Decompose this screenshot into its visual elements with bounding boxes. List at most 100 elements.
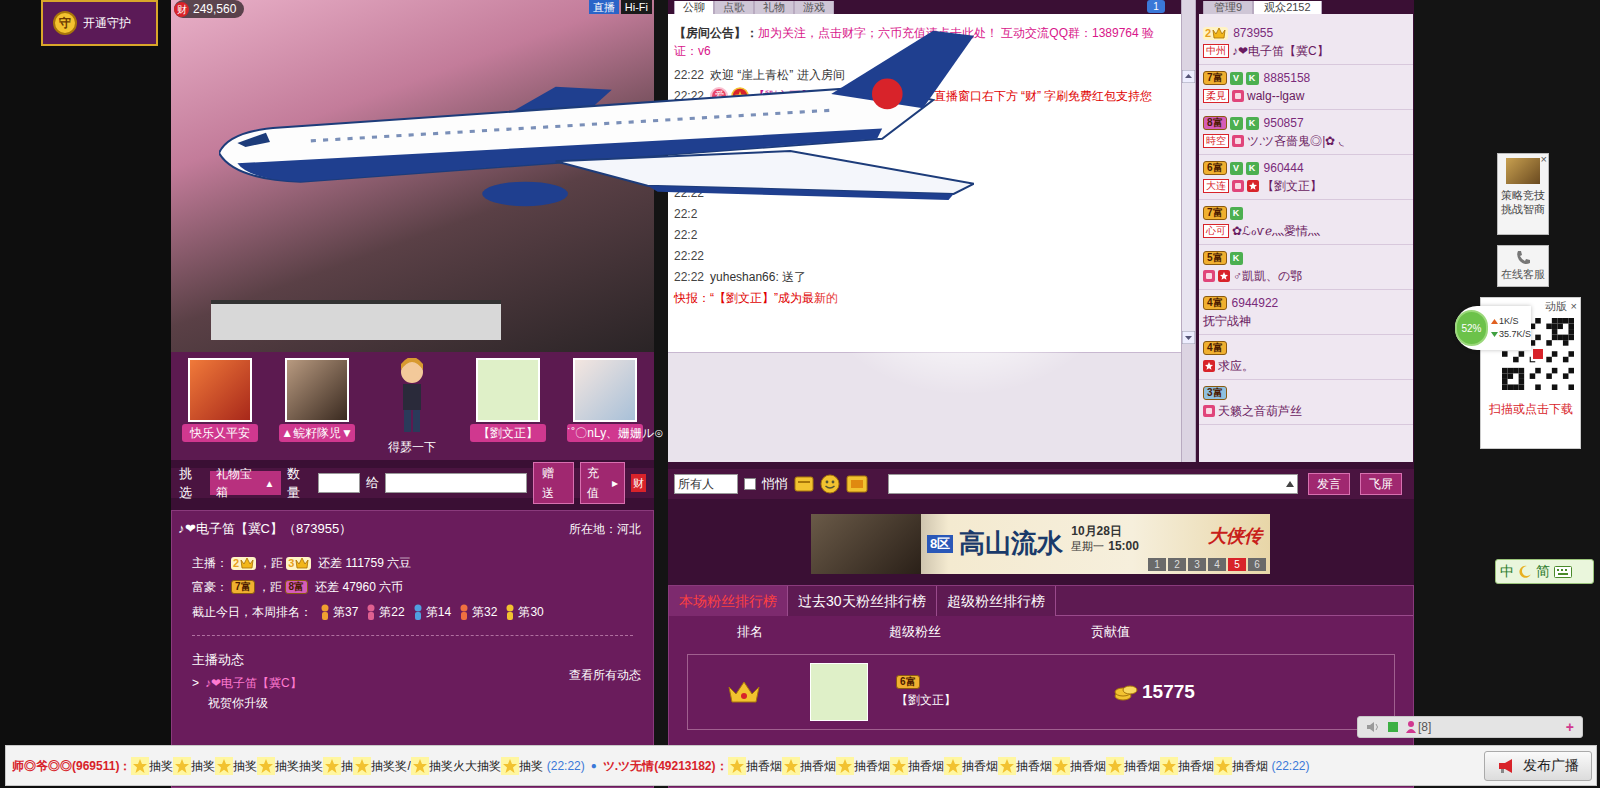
send-button[interactable]: 发言 [1308, 473, 1350, 495]
ad-text: 策略竞技 [1501, 188, 1545, 202]
game-banner[interactable]: 8区高山流水10月28日星期一15:00大侠传123456 [811, 514, 1270, 574]
user-name[interactable]: ♪❤电子笛【冀C】 [1232, 42, 1329, 60]
feed-user[interactable]: ♪❤电子笛【冀C】 [205, 674, 302, 692]
stage-figure[interactable]: 得瑟一下 [376, 358, 448, 456]
strategy-ad[interactable]: ×策略竞技挑战智商 [1497, 153, 1549, 235]
audience-item[interactable]: 2873955中州♪❤电子笛【冀C】 [1199, 20, 1413, 65]
chat-tab[interactable]: 礼物 [754, 1, 794, 14]
chat-tab[interactable]: 点歌 [714, 1, 754, 14]
broadcast-item: 抽香烟 [746, 757, 782, 775]
broadcast-item: 抽奖 [149, 757, 173, 775]
stage-seat[interactable]: ˙˚〇nLy、姗姗ル⊙ [567, 358, 643, 442]
user-name[interactable]: walg--lgaw [1247, 87, 1304, 105]
lottery-star-icon [131, 757, 149, 775]
star-badge-icon [1218, 270, 1230, 282]
fans-tab[interactable]: 过去30天粉丝排行榜 [788, 586, 937, 616]
wealth-button[interactable]: 财 [631, 474, 646, 492]
user-name[interactable]: 求应。 [1218, 357, 1254, 375]
audience-tab[interactable]: 观众2152 [1253, 1, 1321, 14]
column-header: 贡献值 [1015, 622, 1205, 642]
publish-broadcast-button[interactable]: 发布广播 [1484, 751, 1592, 781]
lottery-star-icon [890, 757, 908, 775]
fans-tab[interactable]: 本场粉丝排行榜 [669, 586, 788, 616]
chat-tab[interactable]: 公聊 [674, 1, 714, 14]
wealth-badge: 4富 [1203, 296, 1227, 310]
message-text: 欢迎 “崖上青松” 进入房间 [710, 66, 845, 84]
banner-page[interactable]: 4 [1208, 558, 1226, 571]
recharge-button[interactable]: 充值▸ [580, 462, 625, 504]
audience-tab[interactable]: 管理9 [1203, 1, 1253, 14]
user-name[interactable]: 【劉文正】 [1262, 177, 1322, 195]
video-player[interactable]: 财249,560直播Hi-Fi [171, 0, 654, 352]
user-name[interactable]: ♂凱凱、の鄂 [1233, 267, 1302, 285]
report-text: 快报：“【劉文正】”成为最新的 [674, 289, 838, 307]
stage-seat[interactable]: ▲鲩籽隊児▼ [279, 358, 355, 442]
banner-figure [811, 514, 921, 574]
banner-page[interactable]: 3 [1188, 558, 1206, 571]
banner-page[interactable]: 2 [1168, 558, 1186, 571]
online-service[interactable]: 在线客服 [1497, 245, 1549, 287]
broadcast-user[interactable]: ツ.ツ无情(49213182)： [603, 757, 728, 775]
send-gift-button[interactable]: 赠送 [533, 462, 574, 504]
ime-mode[interactable]: 简 [1536, 561, 1550, 582]
stage-seat[interactable]: 快乐乂平安 [182, 358, 258, 442]
audience-item[interactable]: 8富VK950857時空ツ.ツ吝嗇鬼◎|✿ ◟ [1199, 110, 1413, 155]
target-select[interactable]: 所有人 [674, 474, 738, 494]
close-button[interactable]: × [1571, 298, 1577, 315]
banner-page[interactable]: 6 [1248, 558, 1266, 571]
broadcast-item: 抽奖火大抽奖 [429, 757, 501, 775]
user-name[interactable]: 天籁之音葫芦丝 [1218, 402, 1302, 420]
banner-page[interactable]: 1 [1148, 558, 1166, 571]
wealth-badge: 3富 [1203, 386, 1227, 400]
left-gutter: 守开通守护 [0, 0, 171, 788]
chat-tab[interactable]: 游戏 [794, 1, 834, 14]
ime-toolbar[interactable]: 中简 [1495, 559, 1594, 584]
broadcast-item: 抽香烟 [800, 757, 836, 775]
banner-page[interactable]: 5 [1228, 558, 1246, 571]
audience-item[interactable]: 3富天籁之音葫芦丝 [1199, 380, 1413, 425]
audience-item[interactable]: 5富K♂凱凱、の鄂 [1199, 245, 1413, 290]
shield-badge-icon [1232, 90, 1244, 102]
audience-item[interactable]: 4富6944922抚宁战神 [1199, 290, 1413, 335]
medal-icon [731, 87, 749, 105]
message-input[interactable] [888, 474, 1298, 494]
ime-language[interactable]: 中 [1500, 561, 1514, 582]
wealth-icon[interactable]: 财 [174, 2, 189, 17]
wealth-badge-wrap: 6富 [1203, 161, 1227, 175]
recipient-input[interactable] [385, 473, 527, 493]
feed-header: 主播动态查看所有动态 [178, 650, 647, 670]
fans-row[interactable]: 6富【劉文正】15775 [687, 654, 1395, 730]
gift-box-button[interactable]: 礼物宝箱▲ [210, 471, 281, 495]
wealth-badge-wrap: 3富 [1203, 386, 1227, 400]
chat-lower-area [668, 352, 1181, 462]
broadcast-item: 抽香烟 [1016, 757, 1052, 775]
stage-seat[interactable]: 【劉文正】 [470, 358, 546, 442]
add-button[interactable]: + [1566, 717, 1574, 738]
audience-item[interactable]: 7富VK8885158柔見walg--lgaw [1199, 65, 1413, 110]
feed-more-link[interactable]: 查看所有动态 [569, 666, 641, 684]
guard-button[interactable]: 守开通守护 [41, 0, 158, 46]
lottery-star-icon [944, 757, 962, 775]
qty-input[interactable] [318, 473, 360, 493]
broadcast-user[interactable]: 师◎爷◎◎(969511)： [12, 757, 131, 775]
fan-name[interactable]: 【劉文正】 [896, 691, 956, 709]
user-name[interactable]: 抚宁战神 [1203, 312, 1251, 330]
fly-screen-button[interactable]: 飞屏 [1360, 473, 1402, 495]
fans-tab[interactable]: 超级粉丝排行榜 [937, 586, 1056, 616]
broadcast-time: (22:22) [547, 757, 585, 775]
lottery-star-icon [1214, 757, 1232, 775]
region-tag: 中州 [1203, 44, 1229, 58]
download-link[interactable]: 扫描或点击下载 [1489, 400, 1573, 418]
audience-item[interactable]: 6富VK960444大连【劉文正】 [1199, 155, 1413, 200]
close-button[interactable]: × [1541, 151, 1547, 168]
user-name[interactable]: ツ.ツ吝嗇鬼◎|✿ ◟ [1247, 132, 1344, 150]
scroll-down-icon [1182, 331, 1195, 344]
whisper-checkbox[interactable] [744, 478, 756, 490]
message-user[interactable]: 【劉文正】 [753, 87, 813, 105]
audience-item[interactable]: 7富K心可✿ℒℴѵℯ灬愛情灬 [1199, 200, 1413, 245]
user-name[interactable]: ✿ℒℴѵℯ灬愛情灬 [1232, 222, 1320, 240]
progress-gap: 还差 47960 六币 [315, 578, 403, 596]
whisper-label: 悄悄 [762, 474, 788, 494]
audience-item[interactable]: 4富求应。 [1199, 335, 1413, 380]
chat-scrollbar[interactable] [1181, 0, 1196, 462]
